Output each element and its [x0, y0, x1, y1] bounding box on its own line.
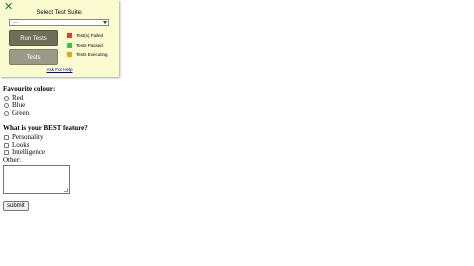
suite-select[interactable]: ----: [9, 19, 109, 26]
ask-for-help-link[interactable]: Ask For Help: [0, 67, 119, 72]
status-legend: Test(s) Failed Tests Passed Tests Execut…: [67, 33, 108, 62]
legend-label: Tests Executing: [76, 52, 108, 57]
other-textarea[interactable]: [3, 165, 70, 195]
radio-green[interactable]: [4, 111, 9, 117]
radio-blue[interactable]: [4, 103, 9, 109]
passed-swatch-icon: [67, 42, 72, 48]
radio-red[interactable]: [4, 95, 9, 101]
legend-failed: Test(s) Failed: [67, 33, 108, 38]
run-tests-button[interactable]: Run Tests: [9, 30, 58, 46]
executing-swatch-icon: [67, 52, 72, 57]
legend-label: Test(s) Failed: [76, 33, 104, 38]
checkbox-personality[interactable]: [4, 135, 9, 141]
colour-option-red[interactable]: Red: [3, 94, 203, 103]
colour-option-blue[interactable]: Blue: [3, 102, 203, 110]
checkbox-intelligence[interactable]: [4, 150, 9, 156]
failed-swatch-icon: [67, 33, 72, 38]
tests-button[interactable]: Tests: [9, 49, 58, 65]
colour-question: Favourite colour:: [3, 85, 56, 93]
feature-option-personality[interactable]: Personality: [3, 133, 203, 142]
survey-form: Favourite colour: Red Blue Green What is…: [3, 84, 203, 212]
checkbox-looks[interactable]: [4, 142, 9, 148]
colour-option-green[interactable]: Green: [3, 108, 203, 118]
feature-option-intelligence[interactable]: Intelligence: [3, 149, 203, 157]
submit-button[interactable]: submit: [3, 201, 29, 212]
feature-question: What is your BEST feature?: [3, 124, 88, 133]
other-label: Other:: [3, 155, 21, 164]
chevron-down-icon: [103, 21, 107, 24]
panel-title: Select Test Suite:: [36, 10, 83, 16]
colour-option-label: Green: [12, 108, 30, 117]
suite-select-value: ----: [12, 20, 18, 25]
legend-label: Tests Passed: [76, 42, 103, 48]
legend-passed: Tests Passed: [67, 42, 108, 48]
legend-executing: Tests Executing: [67, 52, 108, 57]
test-runner-panel: ✕ Select Test Suite: ---- Run Tests Test…: [0, 0, 119, 77]
